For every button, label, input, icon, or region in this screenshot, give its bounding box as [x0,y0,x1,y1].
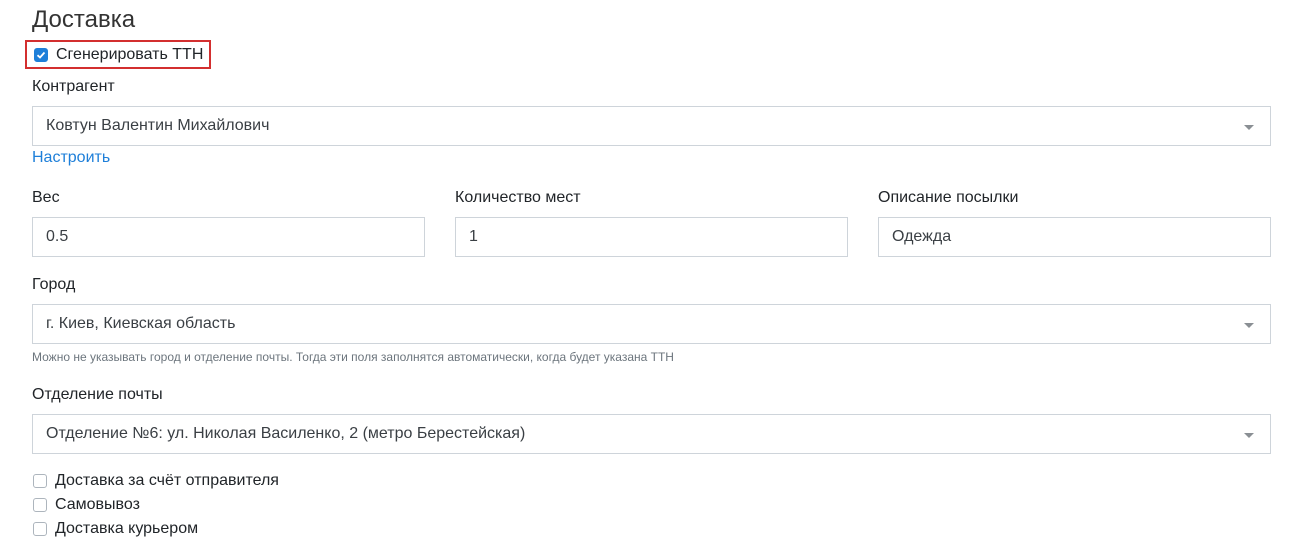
city-select[interactable]: г. Киев, Киевская область [32,304,1271,344]
generate-ttn-label: Сгенерировать ТТН [56,45,204,63]
pickup-label: Самовывоз [55,496,140,513]
weight-value: 0.5 [46,228,69,245]
sender-pays-row[interactable]: Доставка за счёт отправителя [33,472,279,490]
counterparty-value: Ковтун Валентин Михайлович [46,117,270,134]
chevron-down-icon [1244,322,1254,328]
counterparty-select[interactable]: Ковтун Валентин Михайлович [32,106,1271,146]
city-label: Город [32,276,76,293]
weight-input[interactable]: 0.5 [32,217,425,257]
generate-ttn-checkbox-row[interactable]: Сгенерировать ТТН [25,40,211,69]
configure-link[interactable]: Настроить [32,149,110,167]
chevron-down-icon [1244,432,1254,438]
city-value: г. Киев, Киевская область [46,315,236,332]
counterparty-label: Контрагент [32,78,115,95]
generate-ttn-checkbox[interactable] [34,47,48,62]
city-hint: Можно не указывать город и отделение поч… [32,350,674,364]
description-label: Описание посылки [878,189,1019,206]
branch-label: Отделение почты [32,386,163,403]
places-value: 1 [469,228,478,245]
check-icon [36,51,46,59]
sender-pays-checkbox[interactable] [33,474,47,488]
courier-checkbox[interactable] [33,522,47,536]
branch-value: Отделение №6: ул. Николая Василенко, 2 (… [46,425,526,442]
section-title: Доставка [32,6,136,33]
description-input[interactable]: Одежда [878,217,1271,257]
pickup-row[interactable]: Самовывоз [33,496,140,514]
chevron-down-icon [1244,124,1254,130]
courier-label: Доставка курьером [55,520,199,537]
description-value: Одежда [892,228,952,245]
places-input[interactable]: 1 [455,217,848,257]
weight-label: Вес [32,189,60,206]
pickup-checkbox[interactable] [33,498,47,512]
sender-pays-label: Доставка за счёт отправителя [55,472,279,489]
courier-row[interactable]: Доставка курьером [33,520,198,538]
places-label: Количество мест [455,189,581,206]
branch-select[interactable]: Отделение №6: ул. Николая Василенко, 2 (… [32,414,1271,454]
